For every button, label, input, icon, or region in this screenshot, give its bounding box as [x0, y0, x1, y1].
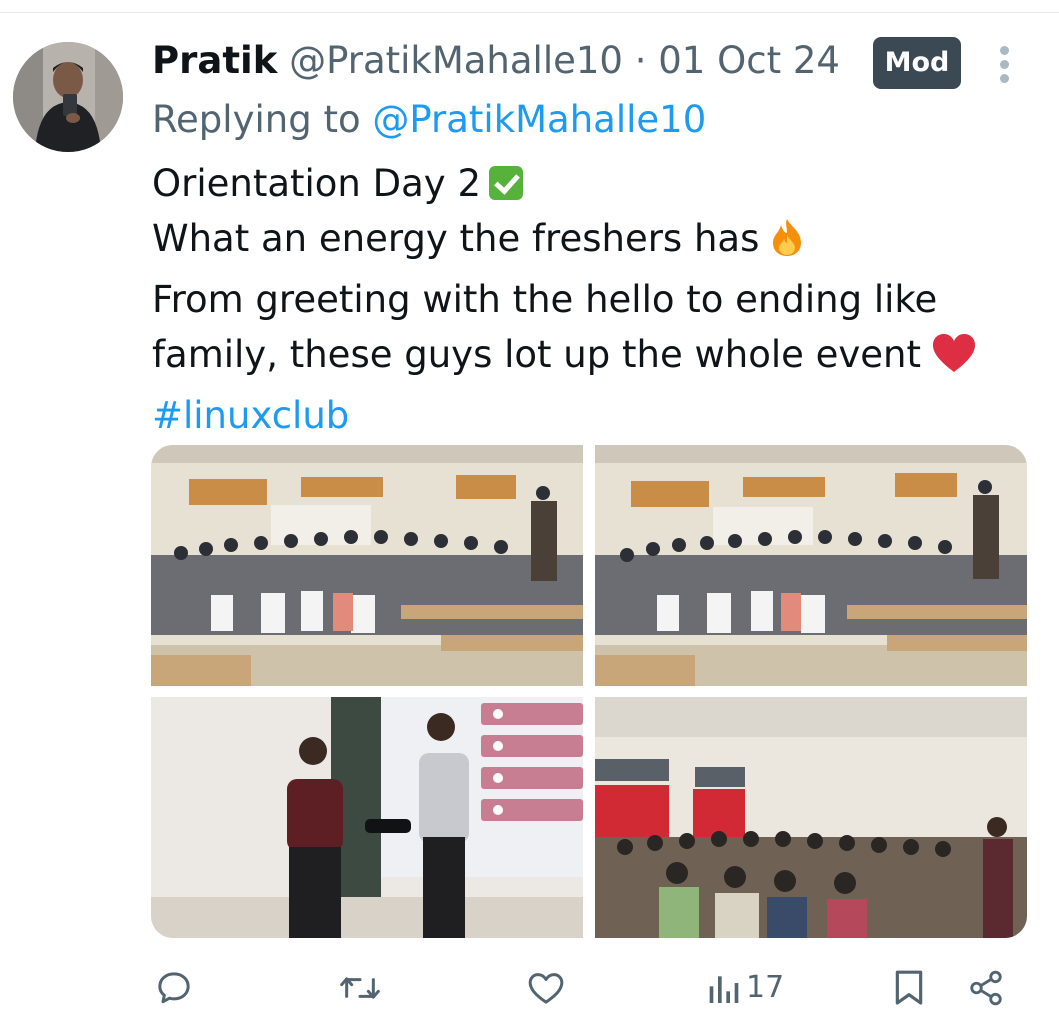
tweet-line-4: family, these guys lot up the whole even…	[152, 327, 1042, 388]
views-button[interactable]: 17	[706, 965, 784, 1011]
like-icon	[528, 973, 564, 1004]
reply-button[interactable]	[154, 965, 194, 1011]
share-button[interactable]	[967, 965, 1005, 1011]
reply-icon	[158, 972, 190, 1004]
reply-prefix: Replying to	[152, 98, 361, 141]
author-handle[interactable]: @PratikMahalle10	[289, 39, 623, 82]
like-button[interactable]	[526, 965, 566, 1011]
classroom-audience-photo[interactable]	[595, 697, 1027, 938]
retweet-icon	[340, 977, 380, 999]
tweet-line-1: Orientation Day 2	[152, 156, 1042, 211]
tweet-text-4: family, these guys lot up the whole even…	[152, 333, 922, 376]
author-name[interactable]: Pratik	[152, 39, 277, 82]
reply-mention-link[interactable]: @PratikMahalle10	[372, 98, 706, 141]
hashtag-link[interactable]: #linuxclub	[152, 394, 349, 437]
check-mark-emoji	[489, 166, 524, 200]
tweet-body: Orientation Day 2 What an energy the fre…	[152, 156, 1042, 443]
presentation-photo[interactable]	[151, 697, 583, 938]
share-icon	[970, 970, 1002, 1006]
tweet-text-2: What an energy the freshers has	[152, 217, 760, 260]
group-photo-2[interactable]	[595, 445, 1027, 686]
tweet-header: Pratik @PratikMahalle10 · 01 Oct 24	[152, 36, 840, 86]
tweet-line-5: #linuxclub	[152, 388, 1042, 443]
views-count: 17	[746, 970, 785, 1005]
separator-dot: ·	[634, 39, 647, 82]
fire-emoji	[769, 217, 805, 272]
views-icon	[709, 976, 739, 1003]
tweet-text-3: From greeting with the hello to ending l…	[152, 278, 938, 321]
bookmark-icon	[895, 970, 923, 1005]
more-options-icon[interactable]	[996, 46, 1012, 83]
tweet-line-3: From greeting with the hello to ending l…	[152, 272, 1042, 327]
retweet-button[interactable]	[338, 965, 382, 1011]
bookmark-button[interactable]	[891, 965, 927, 1011]
avatar[interactable]	[13, 42, 123, 152]
tweet-line-2: What an energy the freshers has	[152, 211, 1042, 272]
tweet-date[interactable]: 01 Oct 24	[658, 39, 840, 82]
group-photo-1[interactable]	[151, 445, 583, 686]
mod-badge: Mod	[873, 37, 961, 89]
tweet-text-1: Orientation Day 2	[152, 162, 482, 205]
red-heart-emoji	[931, 333, 977, 388]
top-divider	[0, 12, 1059, 13]
media-grid	[151, 445, 1027, 938]
replying-to-line: Replying to @PratikMahalle10	[152, 96, 706, 144]
